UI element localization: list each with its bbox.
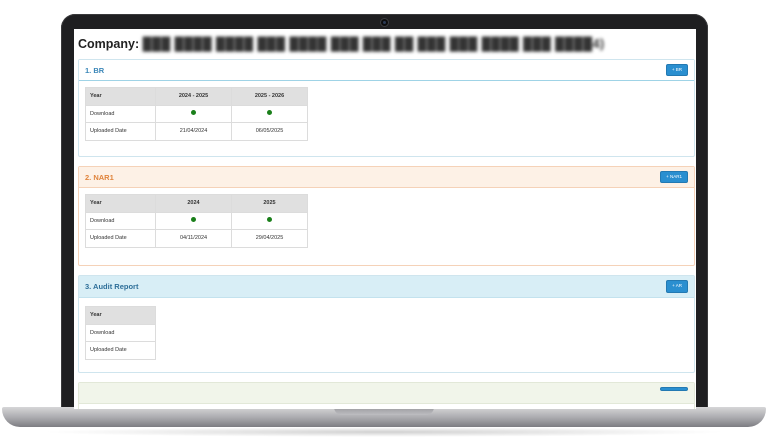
table-row: Download [85,104,308,123]
table-cell: 29/04/2025 [231,229,308,248]
table-header: 2024 - 2025 [155,87,232,106]
section-header [79,383,694,404]
company-name: ███ ████ ████ ███ ████ ███ ███ ██ ███ ██… [142,37,605,51]
table-header: 2024 [155,194,232,213]
section-audit-report: 3. Audit Report + AR Year Download Uploa… [78,275,695,373]
download-cell[interactable] [155,211,232,230]
table-row: Year 2024 2025 [85,194,308,213]
download-icon[interactable] [267,217,272,223]
download-icon[interactable] [191,217,196,223]
section-header: 2. NAR1 + NAR1 [79,167,694,188]
table-row: Download [85,323,156,342]
row-label: Download [85,323,156,342]
download-icon[interactable] [191,110,196,116]
row-label: Uploaded Date [85,341,156,360]
company-prefix: Company: [78,37,140,51]
table-row: Year 2024 - 2025 2025 - 2026 [85,87,308,106]
row-label: Uploaded Date [85,229,156,248]
section-header: 3. Audit Report + AR [79,276,694,298]
table-header: 2025 [231,194,308,213]
row-label: Download [85,104,156,123]
table-cell: 06/05/2025 [231,122,308,141]
download-cell[interactable] [231,211,308,230]
download-icon[interactable] [267,110,272,116]
nar1-table: Year 2024 2025 Download Uploaded Date 04… [85,194,308,248]
section-partial [78,382,695,409]
page-title: Company: ███ ████ ████ ███ ████ ███ ███ … [78,37,605,51]
add-br-button[interactable]: + BR [665,63,688,77]
table-cell: 04/11/2024 [155,229,232,248]
audit-table: Year Download Uploaded Date [85,306,156,360]
download-cell[interactable] [155,104,232,123]
table-row: Year [85,306,156,325]
section-title: 2. NAR1 [85,172,114,182]
table-header-year: Year [85,194,156,213]
section-title: 3. Audit Report [85,282,139,291]
laptop-shadow [40,427,728,437]
screen: Company: ███ ████ ████ ███ ████ ███ ███ … [74,29,696,409]
table-row: Uploaded Date [85,341,156,360]
table-header-year: Year [85,306,156,325]
table-header-year: Year [85,87,156,106]
section-title: 1. BR [85,65,105,75]
add-button[interactable] [660,387,688,391]
table-row: Uploaded Date 21/04/2024 06/05/2025 [85,122,308,141]
table-row: Download [85,211,308,230]
download-cell[interactable] [231,104,308,123]
table-header: 2025 - 2026 [231,87,308,106]
camera-icon [380,18,389,27]
add-ar-button[interactable]: + AR [666,280,688,293]
row-label: Uploaded Date [85,122,156,141]
add-nar1-button[interactable]: + NAR1 [660,170,688,184]
table-row: Uploaded Date 04/11/2024 29/04/2025 [85,229,308,248]
row-label: Download [85,211,156,230]
section-header: 1. BR + BR [79,60,694,81]
table-cell: 21/04/2024 [155,122,232,141]
br-table: Year 2024 - 2025 2025 - 2026 Download Up… [85,87,308,141]
section-br: 1. BR + BR Year 2024 - 2025 2025 - 2026 … [78,59,695,157]
section-nar1: 2. NAR1 + NAR1 Year 2024 2025 Download U… [78,166,695,266]
